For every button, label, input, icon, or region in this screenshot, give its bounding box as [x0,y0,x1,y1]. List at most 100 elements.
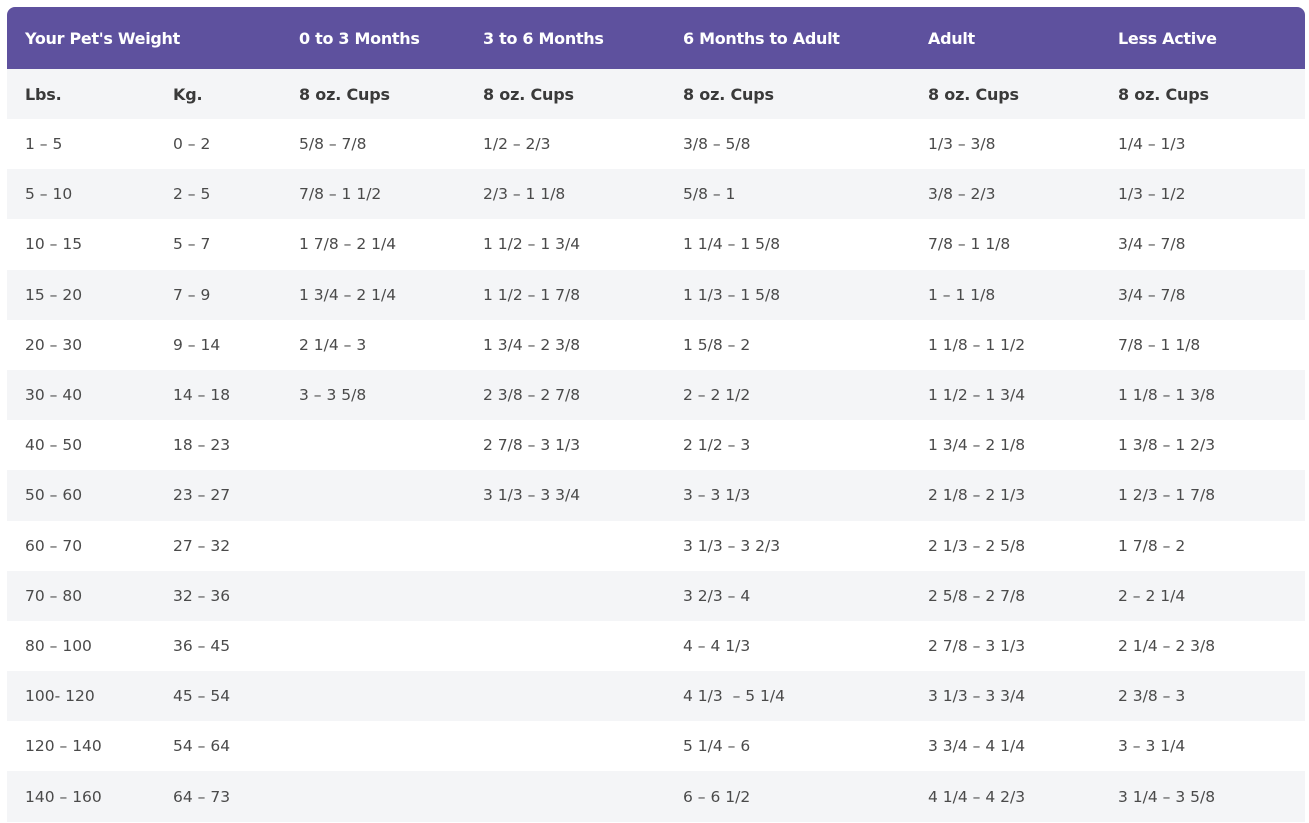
table-row: 140 – 160 64 – 73 6 – 6 1/2 4 1/4 – 4 2/3 3 … [7,771,1305,822]
cell-6-months-adult: 1 1/3 – 1 5/8 [683,285,781,304]
table-header-row: Your Pet's Weight 0 to 3 Months 3 to 6 M… [7,7,1305,69]
table-row: 60 – 70 27 – 32 3 1/3 – 3 2/3 2 1/3 – 2 5/8… [7,520,1305,571]
cell-lbs: 60 – 70 [25,536,83,555]
cell-less-active: 1/3 – 1/2 [1118,185,1186,204]
cell-lbs: 120 – 140 [25,737,102,756]
table-row: 70 – 80 32 – 36 3 2/3 – 4 2 5/8 – 2 7/8 2 – … [7,570,1305,621]
header-less-active: Less Active [1118,28,1217,48]
cell-lbs: 80 – 100 [25,636,92,655]
cell-lbs: 100- 120 [25,687,95,706]
cell-less-active: 3 – 3 1/4 [1118,737,1186,756]
cell-6-months-adult: 3 – 3 1/3 [683,486,751,505]
table-row: 40 – 50 18 – 23 2 7/8 – 3 1/3 2 1/2 – 3 1 3/… [7,420,1305,471]
cell-kg: 14 – 18 [173,386,231,405]
cell-less-active: 2 1/4 – 2 3/8 [1118,636,1216,655]
cell-0-3-months: 7/8 – 1 1/2 [299,185,382,204]
table-subheader-row: Lbs. Kg. 8 oz. Cups 8 oz. Cups 8 oz. Cup… [7,69,1305,119]
cell-less-active: 1/4 – 1/3 [1118,135,1186,154]
header-6-months-adult: 6 Months to Adult [683,28,840,48]
cell-6-months-adult: 4 – 4 1/3 [683,636,751,655]
cell-0-3-months: 1 7/8 – 2 1/4 [299,235,397,254]
subheader-cups: 8 oz. Cups [1118,84,1209,104]
cell-less-active: 2 3/8 – 3 [1118,687,1186,706]
cell-less-active: 1 7/8 – 2 [1118,536,1186,555]
cell-adult: 2 1/3 – 2 5/8 [928,536,1026,555]
cell-6-months-adult: 3 1/3 – 3 2/3 [683,536,781,555]
cell-3-6-months: 1 1/2 – 1 7/8 [483,285,581,304]
cell-adult: 3 1/3 – 3 3/4 [928,687,1026,706]
cell-lbs: 10 – 15 [25,235,83,254]
cell-3-6-months: 1 3/4 – 2 3/8 [483,335,581,354]
cell-lbs: 20 – 30 [25,335,83,354]
cell-6-months-adult: 2 1/2 – 3 [683,436,751,455]
cell-less-active: 1 1/8 – 1 3/8 [1118,386,1216,405]
table-row: 30 – 40 14 – 18 3 – 3 5/8 2 3/8 – 2 7/8 2 – … [7,369,1305,421]
cell-lbs: 5 – 10 [25,185,73,204]
cell-kg: 45 – 54 [173,687,231,706]
header-3-6-months: 3 to 6 Months [483,28,604,48]
cell-adult: 3/8 – 2/3 [928,185,996,204]
cell-adult: 2 5/8 – 2 7/8 [928,586,1026,605]
cell-kg: 64 – 73 [173,787,231,806]
subheader-lbs: Lbs. [25,84,62,104]
cell-adult: 1 – 1 1/8 [928,285,996,304]
cell-0-3-months: 1 3/4 – 2 1/4 [299,285,397,304]
header-pet-weight: Your Pet's Weight [25,28,180,48]
cell-lbs: 50 – 60 [25,486,83,505]
cell-6-months-adult: 5/8 – 1 [683,185,736,204]
cell-kg: 0 – 2 [173,135,211,154]
cell-6-months-adult: 5 1/4 – 6 [683,737,751,756]
cell-lbs: 40 – 50 [25,436,83,455]
cell-kg: 54 – 64 [173,737,231,756]
cell-adult: 1 1/2 – 1 3/4 [928,386,1026,405]
cell-6-months-adult: 1 5/8 – 2 [683,335,751,354]
cell-adult: 7/8 – 1 1/8 [928,235,1011,254]
cell-less-active: 3 1/4 – 3 5/8 [1118,787,1216,806]
header-0-3-months: 0 to 3 Months [299,28,420,48]
subheader-kg: Kg. [173,84,203,104]
cell-3-6-months: 1/2 – 2/3 [483,135,551,154]
cell-0-3-months: 2 1/4 – 3 [299,335,367,354]
cell-kg: 5 – 7 [173,235,211,254]
cell-3-6-months: 2/3 – 1 1/8 [483,185,566,204]
table-row: 50 – 60 23 – 27 3 1/3 – 3 3/4 3 – 3 1/3 2 1/… [7,470,1305,521]
feeding-chart-table: Your Pet's Weight 0 to 3 Months 3 to 6 M… [7,7,1305,822]
cell-adult: 1/3 – 3/8 [928,135,996,154]
cell-less-active: 7/8 – 1 1/8 [1118,335,1201,354]
subheader-cups: 8 oz. Cups [928,84,1019,104]
cell-3-6-months: 2 7/8 – 3 1/3 [483,436,581,455]
cell-kg: 32 – 36 [173,586,231,605]
table-body: 1 – 5 0 – 2 5/8 – 7/8 1/2 – 2/3 3/8 – 5/8 1/3… [7,119,1305,822]
table-row: 80 – 100 36 – 45 4 – 4 1/3 2 7/8 – 3 1/3 2 1… [7,620,1305,672]
cell-3-6-months: 1 1/2 – 1 3/4 [483,235,581,254]
cell-less-active: 1 2/3 – 1 7/8 [1118,486,1216,505]
cell-less-active: 3/4 – 7/8 [1118,235,1186,254]
cell-lbs: 30 – 40 [25,386,83,405]
cell-3-6-months: 2 3/8 – 2 7/8 [483,386,581,405]
cell-adult: 1 3/4 – 2 1/8 [928,436,1026,455]
table-row: 1 – 5 0 – 2 5/8 – 7/8 1/2 – 2/3 3/8 – 5/8 1/3… [7,119,1305,170]
cell-less-active: 2 – 2 1/4 [1118,586,1186,605]
cell-lbs: 1 – 5 [25,135,63,154]
cell-kg: 36 – 45 [173,636,231,655]
cell-kg: 7 – 9 [173,285,211,304]
table-row: 100- 120 45 – 54 4 1/3 – 5 1/4 3 1/3 – 3 3/… [7,671,1305,722]
cell-kg: 27 – 32 [173,536,231,555]
table-row: 15 – 20 7 – 9 1 3/4 – 2 1/4 1 1/2 – 1 7/8 1 … [7,269,1305,320]
cell-lbs: 70 – 80 [25,586,83,605]
cell-kg: 9 – 14 [173,335,221,354]
cell-adult: 1 1/8 – 1 1/2 [928,335,1026,354]
cell-adult: 2 1/8 – 2 1/3 [928,486,1026,505]
table-row: 5 – 10 2 – 5 7/8 – 1 1/2 2/3 – 1 1/8 5/8 – 1… [7,169,1305,220]
table-row: 20 – 30 9 – 14 2 1/4 – 3 1 3/4 – 2 3/8 1 5/8… [7,319,1305,370]
cell-kg: 23 – 27 [173,486,231,505]
cell-0-3-months: 3 – 3 5/8 [299,386,367,405]
cell-6-months-adult: 4 1/3 – 5 1/4 [683,687,785,706]
cell-6-months-adult: 2 – 2 1/2 [683,386,751,405]
table-row: 120 – 140 54 – 64 5 1/4 – 6 3 3/4 – 4 1/4 3 … [7,721,1305,772]
table-row: 10 – 15 5 – 7 1 7/8 – 2 1/4 1 1/2 – 1 3/4 1 … [7,219,1305,270]
cell-less-active: 1 3/8 – 1 2/3 [1118,436,1216,455]
cell-6-months-adult: 3/8 – 5/8 [683,135,751,154]
cell-6-months-adult: 6 – 6 1/2 [683,787,751,806]
cell-6-months-adult: 3 2/3 – 4 [683,586,751,605]
